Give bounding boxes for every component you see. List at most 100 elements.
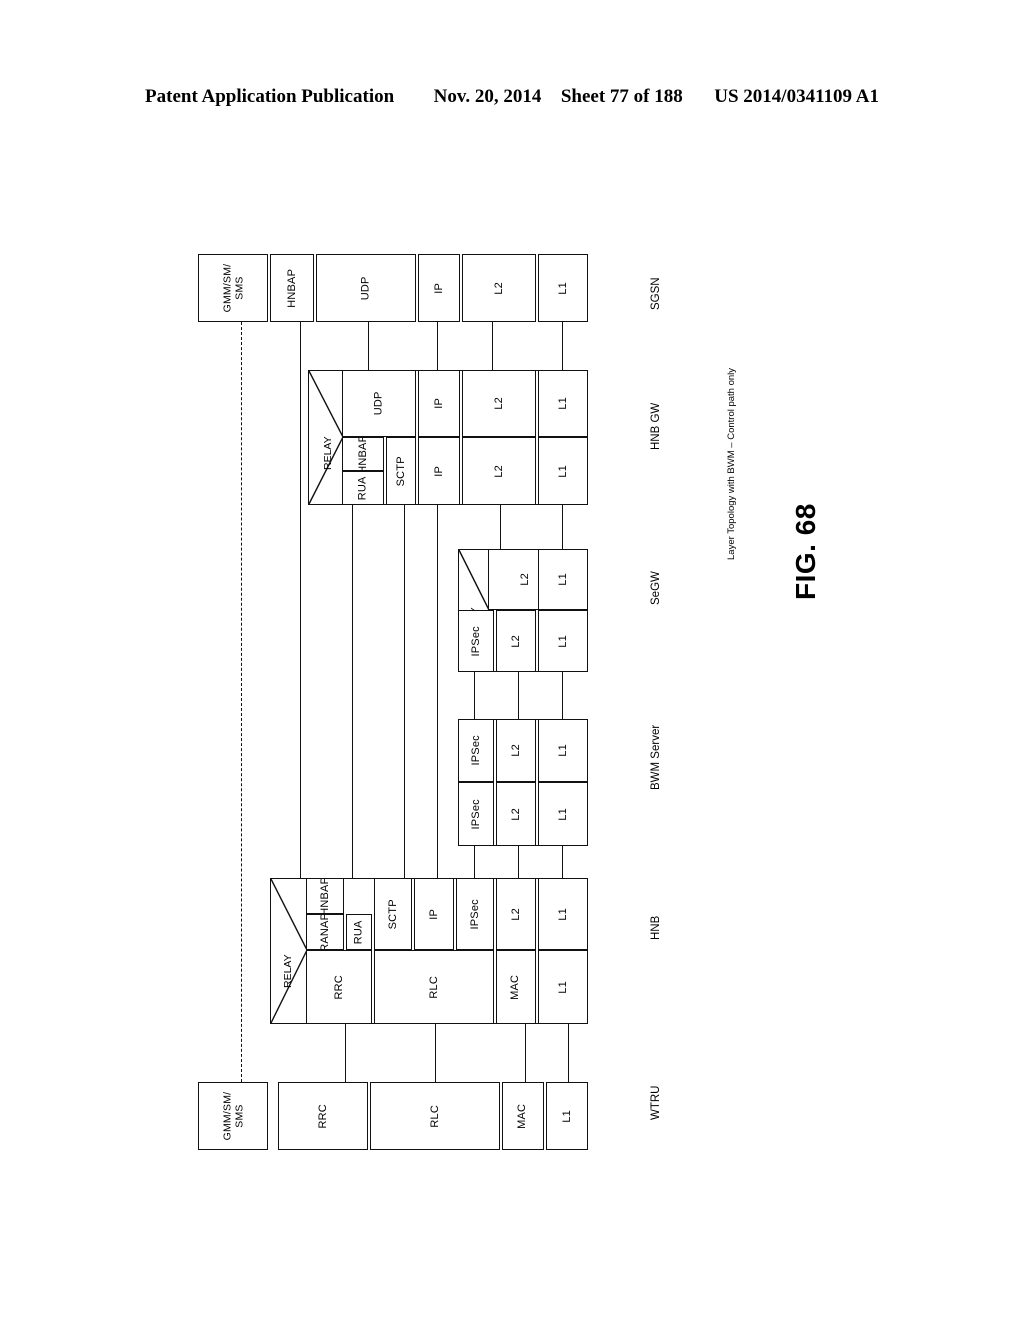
bwm-label-l1-top: L1 [556, 744, 569, 757]
patent-figure: GMM/SM/SMS HNBAP UDP IP L2 L1 SGSN RELAY… [0, 0, 1024, 1320]
hnbgw-label-ip-top: IP [432, 398, 445, 409]
segw-label-ipsec: IPSec [469, 625, 482, 657]
hnb-box-l1-top: L1 [538, 878, 588, 950]
bwm-box-l2-bottom: L2 [496, 782, 536, 846]
hnb-label-hnbap: HNBAP [318, 878, 331, 914]
wtru-box-gmm-sms: GMM/SM/SMS [198, 1082, 268, 1150]
sgsn-label-ip: IP [432, 282, 445, 294]
hnbgw-box-l1-top: L1 [538, 370, 588, 437]
connector-hnbgw-hnb-rua [352, 505, 354, 878]
sgsn-box-l1: L1 [538, 254, 588, 322]
wtru-label-rrc: RRC [316, 1103, 329, 1129]
bwm-box-l2-top: L2 [496, 719, 536, 782]
connector-hnb-wtru-rlc [435, 1024, 437, 1082]
connector-hnb-wtru-rrc [345, 1024, 347, 1082]
connector-gmm-sgsn-wtru [241, 322, 242, 1082]
hnbgw-label-udp: UDP [372, 391, 385, 416]
hnbgw-box-hnbap: HNBAP [342, 437, 384, 471]
connector-bwm-hnb-l2 [518, 846, 520, 878]
column-label-segw: SeGW [650, 571, 662, 605]
hnb-label-l1-bottom: L1 [556, 980, 569, 994]
connector-hnbap-sgsn-hnb [300, 322, 302, 878]
hnb-box-rlc: RLC [374, 950, 494, 1024]
connector-sgsn-hnbgw-udp [368, 322, 370, 372]
hnb-box-l2: L2 [496, 878, 536, 950]
column-label-hnb: HNB [650, 915, 662, 940]
hnb-label-sctp: SCTP [386, 898, 399, 930]
wtru-label-l1: L1 [560, 1109, 573, 1123]
hnbgw-box-rua: RUA [342, 471, 384, 505]
connector-segw-bwm-l2 [518, 672, 520, 719]
segw-label-l1-top: L1 [556, 573, 569, 586]
hnb-box-l1-bottom: L1 [538, 950, 588, 1024]
connector-hnbgw-segw-l1 [562, 505, 564, 549]
sgsn-label-l1: L1 [556, 281, 569, 295]
hnbgw-box-sctp: SCTP [386, 437, 416, 505]
hnb-label-l1-top: L1 [556, 907, 569, 921]
hnbgw-box-l2-bottom: L2 [462, 437, 536, 505]
connector-segw-bwm-l1 [562, 672, 564, 719]
hnb-label-ranap: RANAP [318, 914, 331, 950]
wtru-box-mac: MAC [502, 1082, 544, 1150]
segw-box-l1-top: L1 [538, 549, 588, 610]
hnbgw-box-ip-top: IP [418, 370, 460, 437]
connector-hnbgw-segw-l2 [500, 505, 502, 549]
sgsn-label-udp: UDP [359, 276, 372, 300]
hnbgw-label-rua: RUA [356, 476, 369, 500]
hnb-box-hnbap: HNBAP [306, 878, 344, 914]
hnbgw-label-ip-bottom: IP [432, 465, 445, 477]
connector-hnbgw-hnb-ip [437, 505, 439, 878]
figure-number: FIG. 68 [790, 503, 821, 600]
column-label-bwmserver: BWM Server [650, 724, 662, 790]
segw-label-l1-bottom: L1 [556, 634, 569, 648]
bwm-box-l1-top: L1 [538, 719, 588, 782]
hnb-label-rrc: RRC [332, 974, 345, 1000]
connector-sgsn-hnbgw-l2 [492, 322, 494, 372]
wtru-label-rlc: RLC [428, 1104, 441, 1128]
bwm-label-ipsec-top: IPSec [469, 735, 482, 766]
connector-sgsn-hnbgw-l1 [562, 322, 564, 372]
bwm-label-l2-bottom: L2 [509, 807, 522, 821]
hnb-box-ipsec: IPSec [456, 878, 494, 950]
column-label-wtru: WTRU [650, 1085, 662, 1121]
hnbgw-relay-wedge: RELAY [308, 370, 344, 505]
hnb-box-rrc: RRC [306, 950, 372, 1024]
hnb-label-l2: L2 [509, 907, 522, 921]
wtru-box-rlc: RLC [370, 1082, 500, 1150]
bwm-label-ipsec-bottom: IPSec [469, 798, 482, 830]
sgsn-box-ip: IP [418, 254, 460, 322]
connector-segw-bwm-ipsec [474, 672, 476, 719]
segw-box-l2-bottom: L2 [496, 610, 536, 672]
connector-sgsn-hnbgw-ip [437, 322, 439, 372]
sgsn-label-gmm-sms: GMM/SM/SMS [220, 263, 245, 313]
hnb-box-sctp: SCTP [374, 878, 412, 950]
connector-hnb-wtru-l1 [568, 1024, 570, 1082]
sgsn-box-l2: L2 [462, 254, 536, 322]
hnb-box-mac: MAC [496, 950, 536, 1024]
hnbgw-label-sctp: SCTP [394, 455, 407, 487]
hnbgw-label-l1-bottom: L1 [556, 464, 569, 478]
hnb-relay-label: RELAY [282, 954, 294, 988]
connector-hnb-wtru-mac [525, 1024, 527, 1082]
wtru-box-rrc: RRC [278, 1082, 368, 1150]
hnb-box-ip: IP [414, 878, 454, 950]
segw-label-l2-bottom: L2 [509, 634, 522, 648]
hnbgw-label-l2-bottom: L2 [492, 464, 505, 478]
figure-caption: Layer Topology with BWM – Control path o… [726, 367, 737, 560]
wtru-label-mac: MAC [516, 1103, 529, 1129]
wtru-label-gmm-sms: GMM/SM/SMS [220, 1091, 245, 1141]
wtru-box-l1: L1 [546, 1082, 588, 1150]
hnbgw-relay-label: RELAY [322, 436, 334, 470]
bwm-box-ipsec-bottom: IPSec [458, 782, 494, 846]
hnb-box-rua: RUA [346, 914, 372, 950]
segw-label-l2-top: L2 [518, 573, 531, 586]
sgsn-box-gmm-sms: GMM/SM/SMS [198, 254, 268, 322]
sgsn-box-udp: UDP [316, 254, 416, 322]
connector-hnbgw-hnb-sctp [404, 505, 406, 878]
bwm-box-ipsec-top: IPSec [458, 719, 494, 782]
column-label-sgsn: SGSN [650, 277, 662, 310]
sgsn-label-hnbap: HNBAP [285, 268, 298, 308]
connector-bwm-hnb-ipsec [474, 846, 476, 878]
segw-box-ipsec: IPSec [458, 610, 494, 672]
connector-bwm-hnb-l1 [562, 846, 564, 878]
